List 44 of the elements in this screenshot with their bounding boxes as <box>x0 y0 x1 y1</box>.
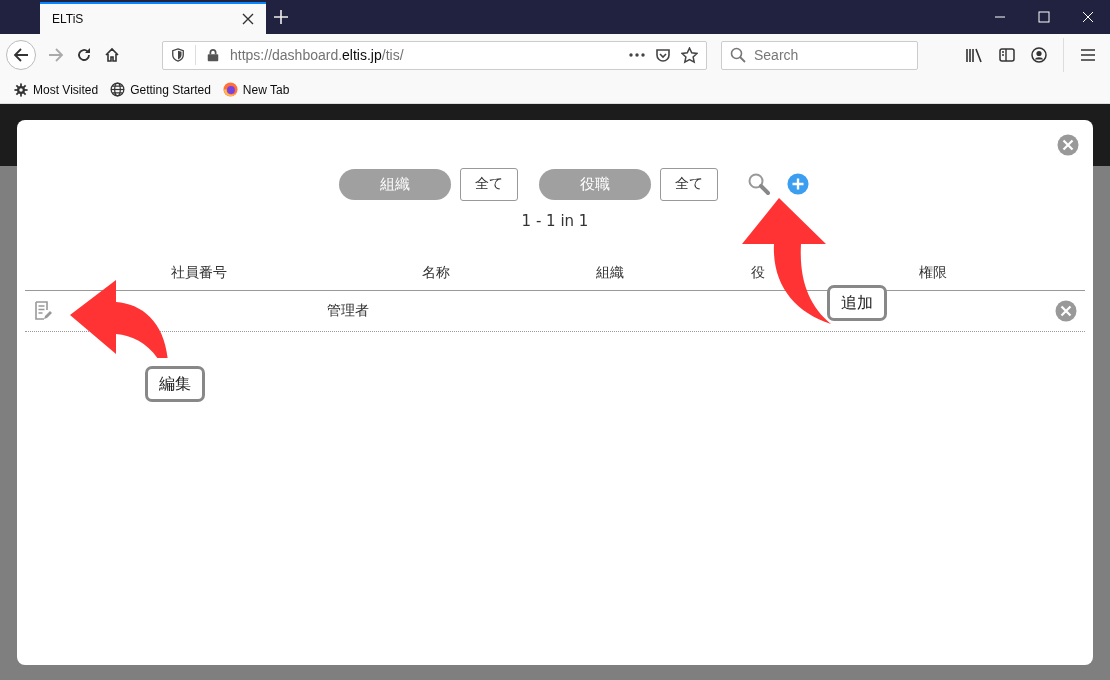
browser-logo-icon <box>222 82 238 97</box>
column-header: 役 <box>750 264 766 282</box>
shield-icon <box>171 48 185 62</box>
column-header: 権限 <box>918 264 948 282</box>
all-button[interactable]: 全て <box>660 167 718 201</box>
column-header: 社員番号 <box>170 264 228 282</box>
column-header: 名称 <box>421 264 451 282</box>
add-icon[interactable] <box>787 173 809 195</box>
pagination-text: 1 - 1 in 1 <box>521 212 589 230</box>
bookmark-item[interactable]: Most Visited <box>14 82 99 97</box>
tab-title: ELTiS <box>52 12 85 26</box>
gear-icon <box>14 82 28 97</box>
table-cell-text: 管理者 <box>326 302 370 320</box>
star-icon[interactable] <box>681 46 698 64</box>
bookmark-item[interactable]: New Tab <box>222 82 290 97</box>
url-text: https://dashboard.eltis.jp/tis/ <box>230 47 405 63</box>
library-icon[interactable] <box>965 47 983 63</box>
search-icon <box>730 47 746 63</box>
all-button[interactable]: 全て <box>460 167 518 201</box>
search-input[interactable]: Search <box>754 47 904 63</box>
delete-icon[interactable] <box>1055 300 1077 322</box>
home-icon[interactable] <box>104 47 120 63</box>
search-field[interactable]: Search <box>721 40 918 70</box>
browser-tab[interactable]: ELTiS <box>40 2 266 34</box>
account-icon[interactable] <box>1031 47 1047 63</box>
bookmark-item[interactable]: Getting Started <box>110 82 211 97</box>
edit-icon[interactable] <box>33 301 53 321</box>
column-header: 組織 <box>595 264 625 282</box>
sidebar-icon[interactable] <box>999 47 1015 63</box>
back-button[interactable] <box>6 40 36 70</box>
lock-icon <box>206 48 220 62</box>
close-icon[interactable] <box>242 13 254 25</box>
search-icon[interactable] <box>747 172 771 196</box>
callout-label: 編集 <box>145 366 205 402</box>
globe-icon <box>110 82 126 97</box>
callout-label: 追加 <box>827 285 887 321</box>
more-dots-icon[interactable] <box>629 53 645 57</box>
address-bar[interactable]: https://dashboard.eltis.jp/tis/ <box>162 40 707 70</box>
back-arrow-icon <box>13 47 29 63</box>
reload-icon[interactable] <box>76 47 92 63</box>
pocket-icon[interactable] <box>655 47 671 63</box>
menu-icon[interactable] <box>1080 48 1096 62</box>
maximize-icon[interactable] <box>1038 11 1050 23</box>
plus-icon[interactable] <box>274 10 288 24</box>
